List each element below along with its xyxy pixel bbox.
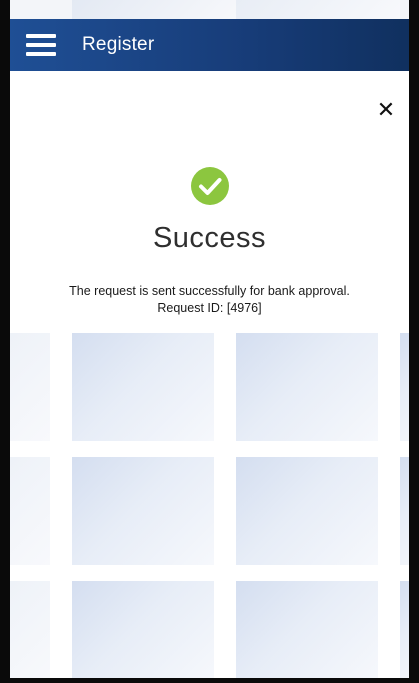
message-text: The request is sent successfully for ban… [69,284,350,298]
background-tile [72,333,214,441]
app-bar: Register [10,19,409,71]
hamburger-menu-icon[interactable] [26,34,56,56]
background-tile [236,457,378,565]
background-tile [10,333,50,441]
device-frame: Register ✕ Success The request is sent s… [0,0,419,683]
close-icon[interactable]: ✕ [375,99,397,121]
background-tile [400,333,409,441]
page-title: Register [82,34,155,55]
menu-bar [26,43,56,47]
menu-bar [26,34,56,38]
background-tile [72,457,214,565]
background-area [10,333,409,678]
check-circle-icon [191,167,229,205]
background-tile [236,581,378,678]
background-tile [236,333,378,441]
background-tile [72,581,214,678]
request-id-text: Request ID: [4976] [157,301,262,315]
background-tile [400,457,409,565]
background-tile [72,0,236,19]
background-tile [400,581,409,678]
background-tile [10,581,50,678]
background-tile [10,457,50,565]
screen: Register ✕ Success The request is sent s… [10,0,409,678]
status-strip [10,0,409,19]
menu-bar [26,52,56,56]
success-title: Success [152,222,267,254]
background-tile [236,0,400,19]
success-dialog: ✕ Success The request is sent successful… [10,71,409,333]
success-message: The request is sent successfully for ban… [10,283,409,317]
check-circle-bg [191,167,229,205]
